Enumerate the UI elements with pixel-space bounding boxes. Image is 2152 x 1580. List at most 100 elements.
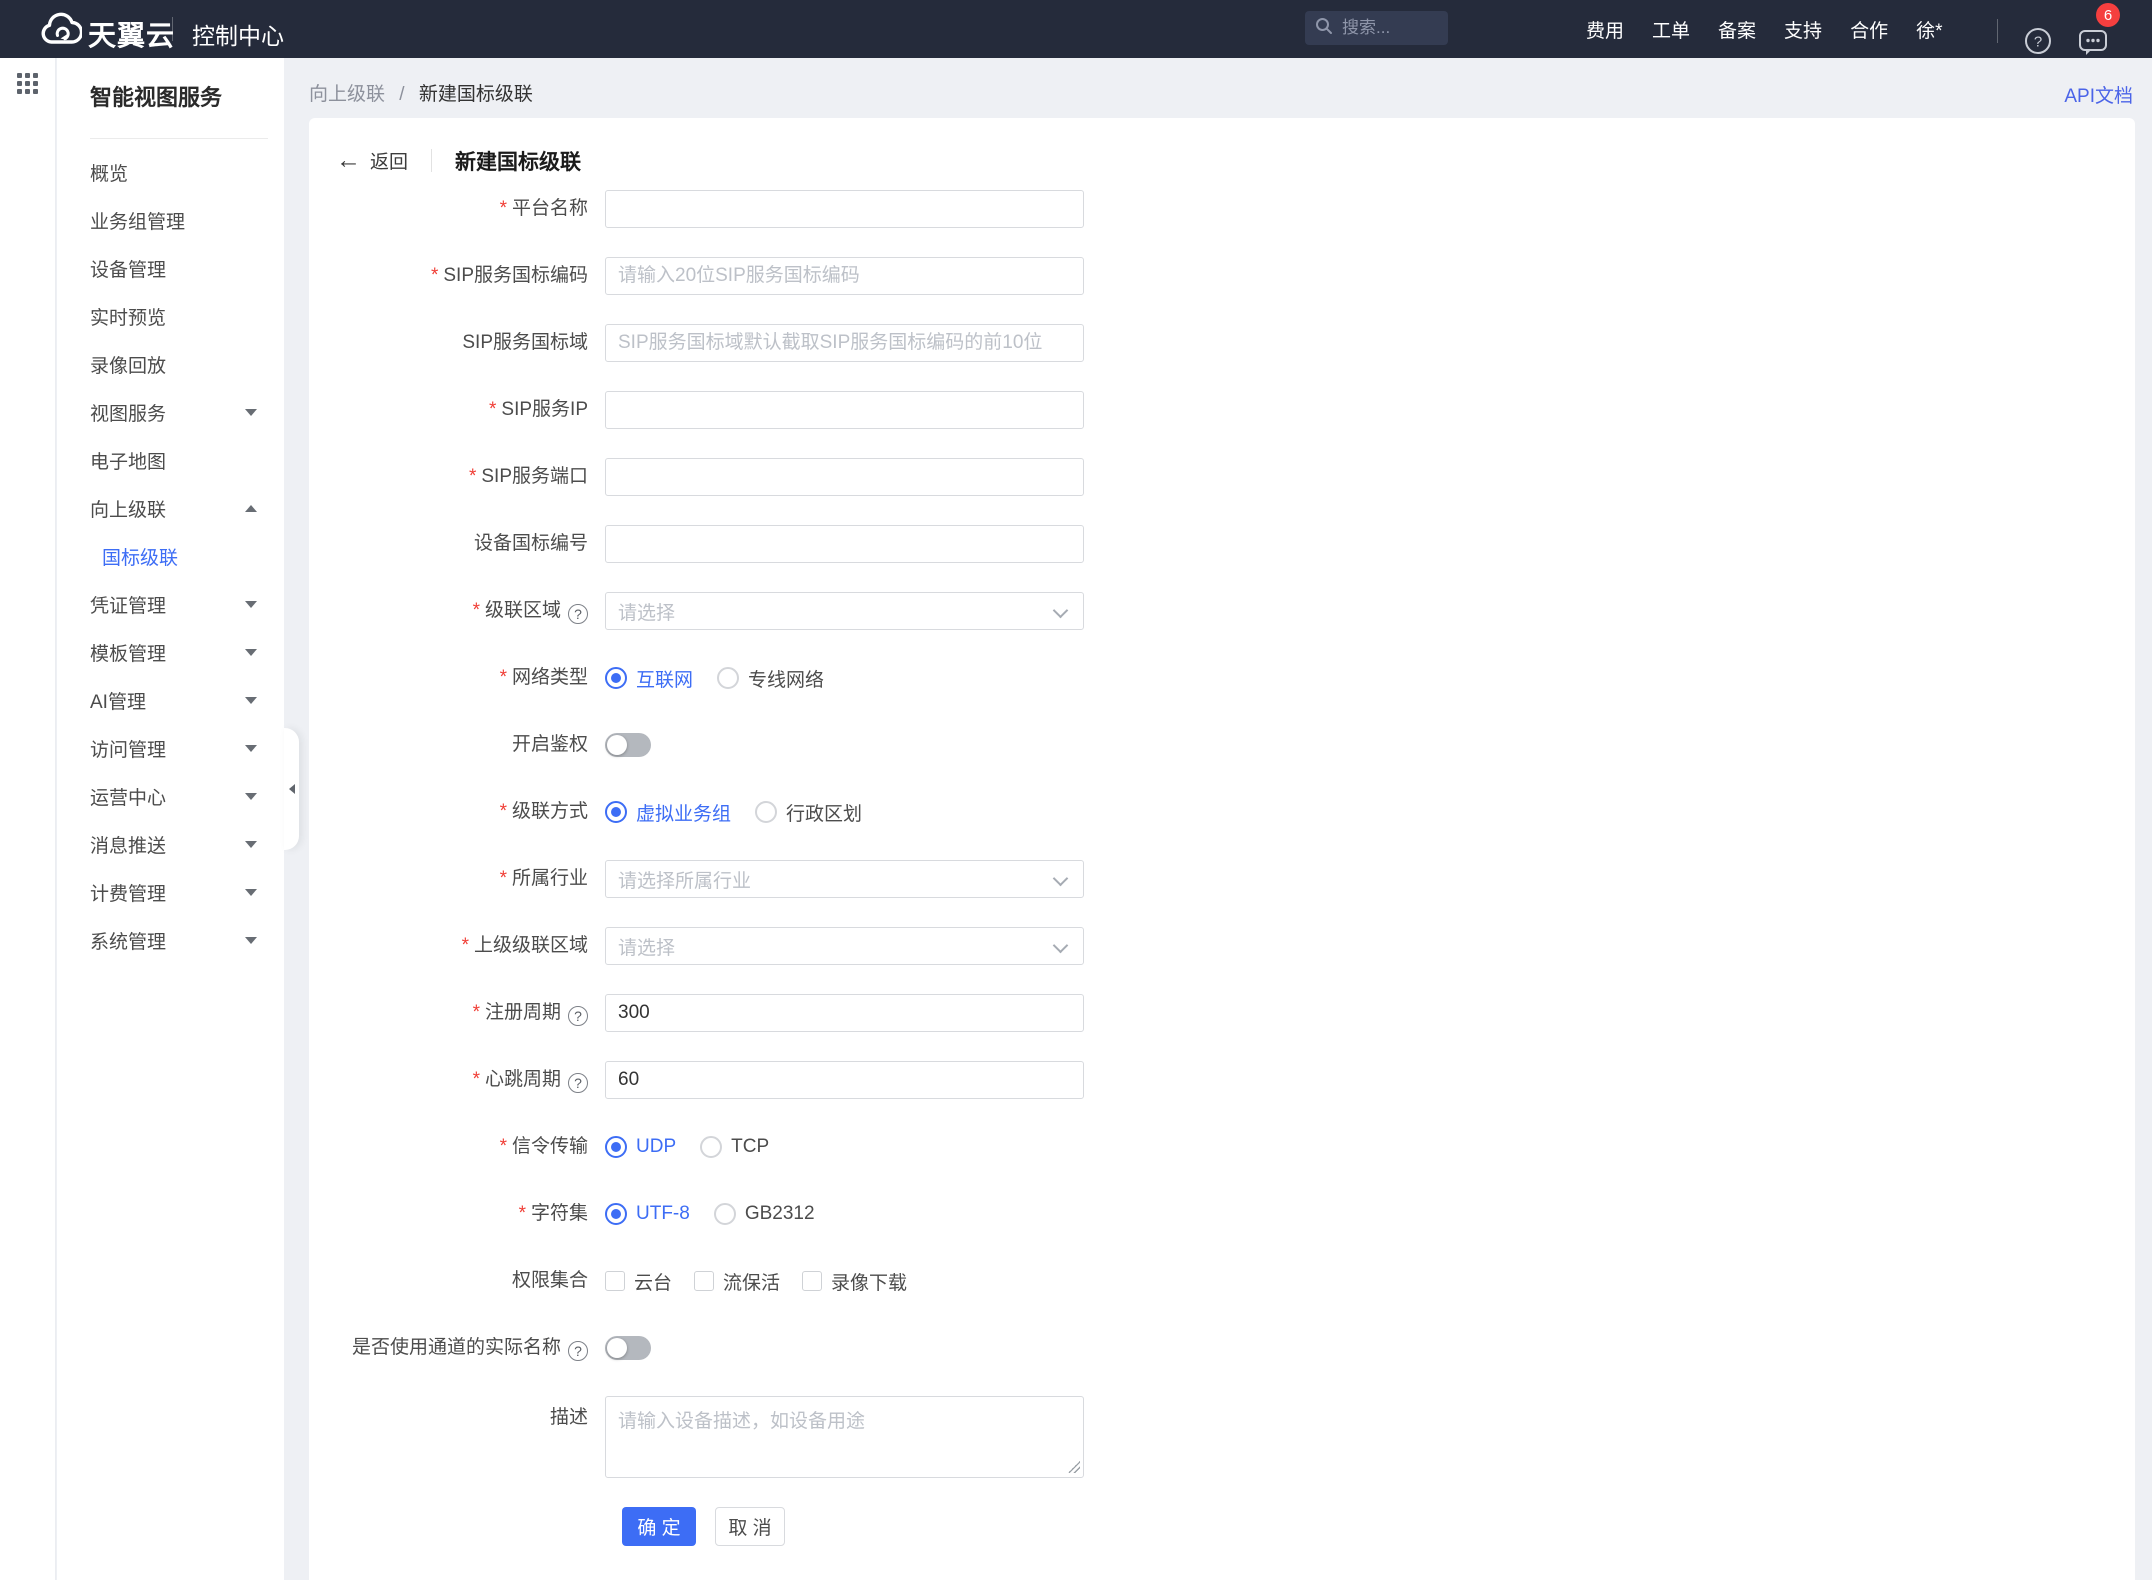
checkbox-stream-keepalive[interactable]: 流保活 bbox=[694, 1268, 780, 1295]
radio-gb2312[interactable]: GB2312 bbox=[714, 1203, 815, 1225]
form-card: ← 返回 新建国标级联 *平台名称 *SIP服务国标编码 SIP服务国标域 bbox=[309, 118, 2135, 1580]
sidebar-divider bbox=[90, 138, 268, 139]
chevron-down-icon bbox=[245, 937, 257, 944]
back-button[interactable]: 返回 bbox=[370, 147, 408, 174]
help-circle-icon[interactable]: ? bbox=[568, 1341, 588, 1361]
radio-utf8[interactable]: UTF-8 bbox=[605, 1203, 690, 1225]
sidebar-item-credentials[interactable]: 凭证管理 bbox=[57, 580, 284, 628]
chevron-down-icon bbox=[245, 889, 257, 896]
sidebar-item-billing[interactable]: 计费管理 bbox=[57, 868, 284, 916]
radio-virtual-business-group[interactable]: 虚拟业务组 bbox=[605, 799, 731, 826]
form-row: 描述 bbox=[309, 1396, 2135, 1478]
help-circle-icon[interactable]: ? bbox=[568, 1006, 588, 1026]
help-circle-icon[interactable]: ? bbox=[568, 1073, 588, 1093]
breadcrumb-bar: 向上级联 / 新建国标级联 API文档 bbox=[284, 58, 2152, 118]
chevron-up-icon bbox=[245, 505, 257, 512]
nav-item-filing[interactable]: 备案 bbox=[1718, 16, 1756, 43]
confirm-button[interactable]: 确 定 bbox=[622, 1507, 696, 1546]
apps-grid-icon[interactable] bbox=[17, 73, 40, 96]
form-row: *级联方式 虚拟业务组 行政区划 bbox=[309, 793, 2135, 831]
chevron-down-icon bbox=[1053, 938, 1069, 954]
sidebar-item-view-service[interactable]: 视图服务 bbox=[57, 388, 284, 436]
checkbox-recording-download[interactable]: 录像下载 bbox=[802, 1268, 907, 1295]
sip-port-input[interactable] bbox=[605, 458, 1084, 496]
form-row: 权限集合 云台 流保活 录像下载 bbox=[309, 1262, 2135, 1300]
radio-private-line[interactable]: 专线网络 bbox=[717, 665, 824, 692]
use-real-channel-name-toggle-off[interactable] bbox=[605, 1336, 651, 1360]
sidebar-item-upstream-cascade[interactable]: 向上级联 bbox=[57, 484, 284, 532]
notification-badge: 6 bbox=[2096, 3, 2120, 27]
header-divider bbox=[172, 17, 173, 41]
auth-toggle-off[interactable] bbox=[605, 733, 651, 757]
register-cycle-input[interactable] bbox=[605, 994, 1084, 1032]
radio-unselected-icon bbox=[700, 1136, 722, 1158]
radio-selected-icon bbox=[605, 667, 627, 689]
sidebar-item-system[interactable]: 系统管理 bbox=[57, 916, 284, 964]
header-nav: 费用 工单 备案 支持 合作 徐* bbox=[1586, 0, 1942, 58]
radio-internet[interactable]: 互联网 bbox=[605, 665, 693, 692]
nav-item-fees[interactable]: 费用 bbox=[1586, 16, 1624, 43]
brand-name: 天翼云 bbox=[88, 14, 175, 54]
device-gb-number-input[interactable] bbox=[605, 525, 1084, 563]
sidebar: 智能视图服务 概览 业务组管理 设备管理 实时预览 录像回放 视图服务 电子地图… bbox=[57, 58, 284, 1580]
nav-item-tickets[interactable]: 工单 bbox=[1652, 16, 1690, 43]
radio-udp[interactable]: UDP bbox=[605, 1136, 676, 1158]
form-row: 开启鉴权 bbox=[309, 726, 2135, 764]
sidebar-item-templates[interactable]: 模板管理 bbox=[57, 628, 284, 676]
industry-select[interactable]: 请选择所属行业 bbox=[605, 860, 1084, 898]
sip-ip-input[interactable] bbox=[605, 391, 1084, 429]
api-doc-link[interactable]: API文档 bbox=[2064, 81, 2133, 108]
breadcrumb-parent[interactable]: 向上级联 bbox=[309, 84, 385, 105]
back-arrow-icon[interactable]: ← bbox=[336, 148, 361, 173]
sidebar-item-operations[interactable]: 运营中心 bbox=[57, 772, 284, 820]
sidebar-item-business-groups[interactable]: 业务组管理 bbox=[57, 196, 284, 244]
header-search[interactable] bbox=[1305, 11, 1448, 45]
radio-selected-icon bbox=[605, 1136, 627, 1158]
radio-selected-icon bbox=[605, 801, 627, 823]
form-row: 是否使用通道的实际名称? bbox=[309, 1329, 2135, 1367]
radio-selected-icon bbox=[605, 1203, 627, 1225]
sidebar-collapse-handle[interactable] bbox=[284, 728, 299, 850]
radio-administrative-division[interactable]: 行政区划 bbox=[755, 799, 862, 826]
sidebar-item-emap[interactable]: 电子地图 bbox=[57, 436, 284, 484]
search-icon bbox=[1315, 17, 1333, 40]
help-icon[interactable]: ? bbox=[2024, 27, 2052, 60]
cancel-button[interactable]: 取 消 bbox=[715, 1507, 785, 1546]
form-row: *SIP服务端口 bbox=[309, 458, 2135, 496]
heartbeat-cycle-input[interactable] bbox=[605, 1061, 1084, 1099]
form-row: *注册周期? bbox=[309, 994, 2135, 1032]
chevron-down-icon bbox=[1053, 603, 1069, 619]
sip-gb-code-input[interactable] bbox=[605, 257, 1084, 295]
messages-icon[interactable] bbox=[2078, 29, 2108, 62]
sidebar-item-push[interactable]: 消息推送 bbox=[57, 820, 284, 868]
parent-cascade-region-select[interactable]: 请选择 bbox=[605, 927, 1084, 965]
sidebar-item-gb-cascade-active[interactable]: 国标级联 bbox=[57, 532, 284, 580]
sidebar-item-ai[interactable]: AI管理 bbox=[57, 676, 284, 724]
search-input[interactable] bbox=[1340, 17, 1440, 39]
breadcrumb-current: 新建国标级联 bbox=[419, 84, 533, 105]
nav-item-partner[interactable]: 合作 bbox=[1850, 16, 1888, 43]
sip-gb-domain-input[interactable] bbox=[605, 324, 1084, 362]
sidebar-item-devices[interactable]: 设备管理 bbox=[57, 244, 284, 292]
sidebar-item-overview[interactable]: 概览 bbox=[57, 148, 284, 196]
form-row: *SIP服务国标编码 bbox=[309, 257, 2135, 295]
platform-name-input[interactable] bbox=[605, 190, 1084, 228]
radio-tcp[interactable]: TCP bbox=[700, 1136, 769, 1158]
sidebar-item-live-preview[interactable]: 实时预览 bbox=[57, 292, 284, 340]
sidebar-item-access[interactable]: 访问管理 bbox=[57, 724, 284, 772]
sidebar-menu: 概览 业务组管理 设备管理 实时预览 录像回放 视图服务 电子地图 向上级联 国… bbox=[57, 148, 284, 964]
sidebar-item-playback[interactable]: 录像回放 bbox=[57, 340, 284, 388]
left-rail bbox=[0, 58, 56, 1580]
form-row: *级联区域? 请选择 bbox=[309, 592, 2135, 630]
description-textarea[interactable] bbox=[605, 1396, 1084, 1478]
user-menu[interactable]: 徐* bbox=[1916, 16, 1942, 43]
breadcrumb: 向上级联 / 新建国标级联 bbox=[309, 79, 533, 106]
cascade-region-select[interactable]: 请选择 bbox=[605, 592, 1084, 630]
chevron-down-icon bbox=[245, 697, 257, 704]
form-row: *平台名称 bbox=[309, 190, 2135, 228]
checkbox-ptz[interactable]: 云台 bbox=[605, 1268, 672, 1295]
brand-cloud-logo-icon bbox=[38, 12, 82, 52]
nav-item-support[interactable]: 支持 bbox=[1784, 16, 1822, 43]
help-circle-icon[interactable]: ? bbox=[568, 604, 588, 624]
checkbox-unchecked-icon bbox=[802, 1271, 822, 1291]
